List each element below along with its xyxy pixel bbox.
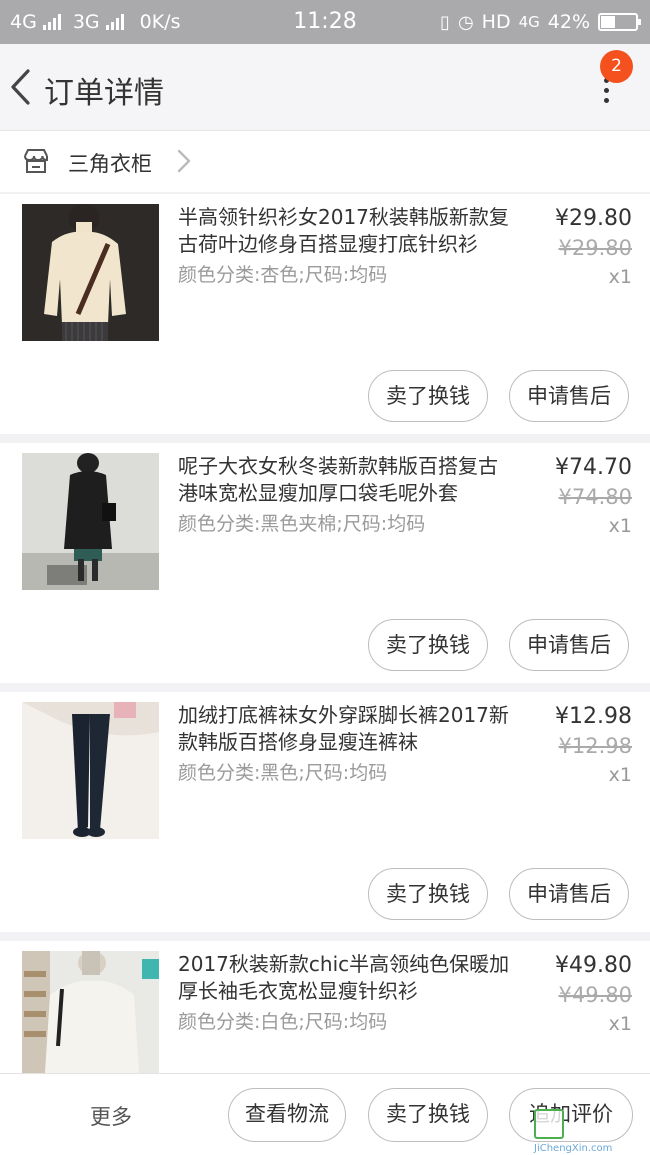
product-thumbnail[interactable] [22, 453, 159, 590]
sell-button[interactable]: 卖了换钱 [368, 619, 488, 671]
network-label-4g-2: 4G [518, 13, 540, 31]
status-right: ▯ ◷ HD 4G 42% [440, 11, 641, 33]
product-original-price: ¥12.98 [558, 734, 632, 758]
shop-header[interactable]: 三角衣柜 [0, 130, 650, 192]
product-quantity: x1 [608, 266, 632, 288]
after-sale-button[interactable]: 申请售后 [509, 370, 629, 422]
product-thumbnail[interactable] [22, 951, 159, 1088]
notification-badge: 2 [600, 50, 633, 83]
order-item[interactable]: 半高领针织衫女2017秋装韩版新款复古荷叶边修身百搭显瘦打底针织衫 颜色分类:杏… [0, 194, 650, 434]
product-thumbnail[interactable] [22, 702, 159, 839]
hd-label: HD [481, 11, 511, 33]
store-icon [24, 149, 48, 173]
product-original-price: ¥49.80 [558, 983, 632, 1007]
shop-name: 三角衣柜 [68, 152, 152, 176]
battery-percent: 42% [547, 11, 590, 33]
vibrate-icon: ▯ [440, 11, 450, 33]
back-button[interactable] [8, 68, 32, 106]
product-sku: 颜色分类:白色;尺码:均码 [178, 1011, 388, 1033]
dot-icon [603, 98, 609, 103]
sell-button[interactable]: 卖了换钱 [368, 370, 488, 422]
product-original-price: ¥74.80 [558, 485, 632, 509]
product-title[interactable]: 加绒打底裤袜女外穿踩脚长裤2017新款韩版百搭修身显瘦连裤袜 [178, 702, 514, 756]
dot-icon [603, 88, 609, 93]
watermark-text: JiChengXin.com [534, 1143, 613, 1154]
product-quantity: x1 [608, 515, 632, 537]
after-sale-button[interactable]: 申请售后 [509, 619, 629, 671]
product-title[interactable]: 半高领针织衫女2017秋装韩版新款复古荷叶边修身百搭显瘦打底针织衫 [178, 204, 514, 258]
watermark-icon [534, 1109, 564, 1139]
order-item[interactable]: 加绒打底裤袜女外穿踩脚长裤2017新款韩版百搭修身显瘦连裤袜 颜色分类:黑色;尺… [0, 692, 650, 932]
chevron-left-icon [11, 69, 30, 105]
chevron-right-icon [177, 149, 191, 173]
product-title[interactable]: 2017秋装新款chic半高领纯色保暖加厚长袖毛衣宽松显瘦针织衫 [178, 951, 514, 1005]
battery-icon [598, 13, 641, 31]
page-title: 订单详情 [44, 76, 164, 111]
nav-bar: 订单详情 2 [0, 44, 650, 130]
alarm-icon: ◷ [457, 11, 474, 33]
product-original-price: ¥29.80 [558, 236, 632, 260]
battery-fill [601, 16, 616, 28]
product-title[interactable]: 呢子大衣女秋冬装新款韩版百搭复古港味宽松显瘦加厚口袋毛呢外套 [178, 453, 514, 507]
sell-button[interactable]: 卖了换钱 [368, 868, 488, 920]
more-button[interactable]: 更多 [90, 1101, 132, 1131]
order-item[interactable]: 呢子大衣女秋冬装新款韩版百搭复古港味宽松显瘦加厚口袋毛呢外套 颜色分类:黑色夹棉… [0, 443, 650, 683]
product-sku: 颜色分类:黑色;尺码:均码 [178, 762, 388, 784]
watermark-logo: JiChengXin.com [534, 1103, 650, 1155]
view-logistics-button[interactable]: 查看物流 [228, 1088, 346, 1142]
product-image-sweater [22, 204, 159, 341]
sell-button[interactable]: 卖了换钱 [368, 1088, 488, 1142]
product-sku: 颜色分类:黑色夹棉;尺码:均码 [178, 513, 426, 535]
after-sale-button[interactable]: 申请售后 [509, 868, 629, 920]
product-price: ¥74.70 [555, 455, 632, 480]
product-price: ¥49.80 [555, 953, 632, 978]
product-price: ¥29.80 [555, 206, 632, 231]
product-thumbnail[interactable] [22, 204, 159, 341]
product-image-leggings [22, 702, 159, 839]
product-sku: 颜色分类:杏色;尺码:均码 [178, 264, 388, 286]
product-quantity: x1 [608, 764, 632, 786]
status-bar: 4G 3G 0K/s 11:28 ▯ ◷ HD 4G 42% [0, 0, 650, 44]
product-quantity: x1 [608, 1013, 632, 1035]
product-image-coat [22, 453, 159, 590]
product-image-sweater-white [22, 951, 159, 1088]
product-price: ¥12.98 [555, 704, 632, 729]
